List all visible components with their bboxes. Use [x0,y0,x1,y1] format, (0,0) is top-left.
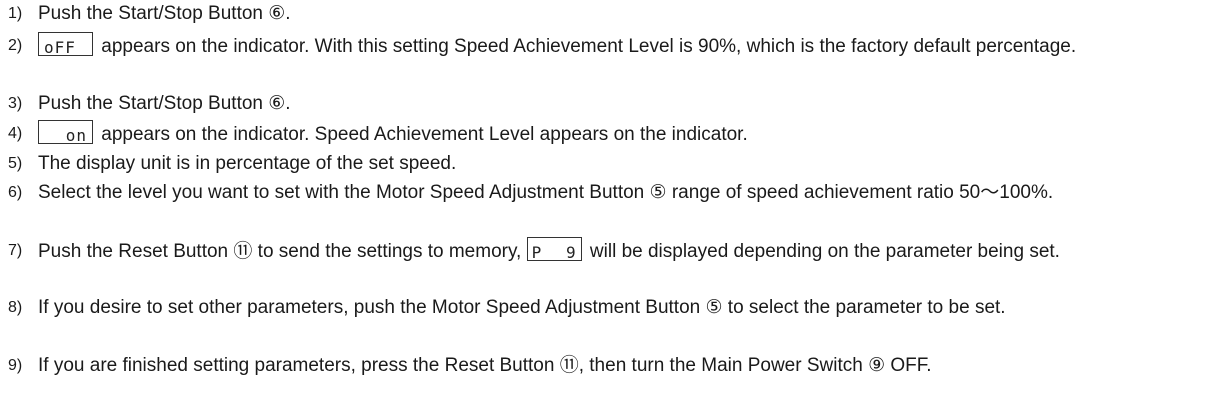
step-text: appears on the indicator. With this sett… [101,36,1077,57]
indicator-reading: oFF [44,38,76,57]
step-number: 6) [8,184,23,201]
step-text: The display unit is in percentage of the… [38,153,457,174]
seven-segment-indicator: on [38,120,93,145]
indicator-reading: on [65,126,87,145]
step-9: 9) If you are finished setting parameter… [4,352,1220,379]
step-6: 6) Select the level you want to set with… [4,179,1220,206]
step-3: 3) Push the Start/Stop Button ⑥. [4,90,1220,117]
step-7: 7) Push the Reset Button ⑪ to send the s… [4,237,1220,265]
step-text: If you desire to set other parameters, p… [38,297,1006,318]
indicator-left-digit: P [531,243,543,262]
step-number: 7) [8,242,23,259]
step-5: 5) The display unit is in percentage of … [4,150,1220,177]
seven-segment-indicator: P9 [526,237,582,262]
step-text: appears on the indicator. Speed Achievem… [101,124,748,145]
step-number: 4) [8,125,23,142]
step-2: 2) oFF appears on the indicator. With th… [4,32,1220,60]
step-number: 9) [8,357,23,374]
step-number: 2) [8,37,23,54]
step-body: Push the Reset Button ⑪ to send the sett… [38,237,1220,265]
step-text: Push the Start/Stop Button ⑥. [38,93,291,114]
step-number: 1) [8,5,23,22]
step-text: Push the Start/Stop Button ⑥. [38,3,291,24]
seven-segment-indicator: oFF [38,32,93,57]
step-number: 5) [8,155,23,172]
step-1: 1) Push the Start/Stop Button ⑥. [4,0,1220,27]
step-body: oFF appears on the indicator. With this … [38,32,1220,60]
step-text: Select the level you want to set with th… [38,182,1054,203]
step-text: If you are finished setting parameters, … [38,355,932,376]
step-body: on appears on the indicator. Speed Achie… [38,120,1220,148]
indicator-reading: P9 [532,239,577,266]
step-4: 4) on appears on the indicator. Speed Ac… [4,120,1220,148]
step-8: 8) If you desire to set other parameters… [4,294,1220,321]
step-number: 8) [8,299,23,316]
instruction-list: 1) Push the Start/Stop Button ⑥. 2) oFF … [0,0,1228,418]
step-number: 3) [8,95,23,112]
step-text: will be displayed depending on the param… [589,241,1060,262]
step-text: Push the Reset Button ⑪ to send the sett… [38,241,522,262]
indicator-right-digit: 9 [565,243,577,262]
